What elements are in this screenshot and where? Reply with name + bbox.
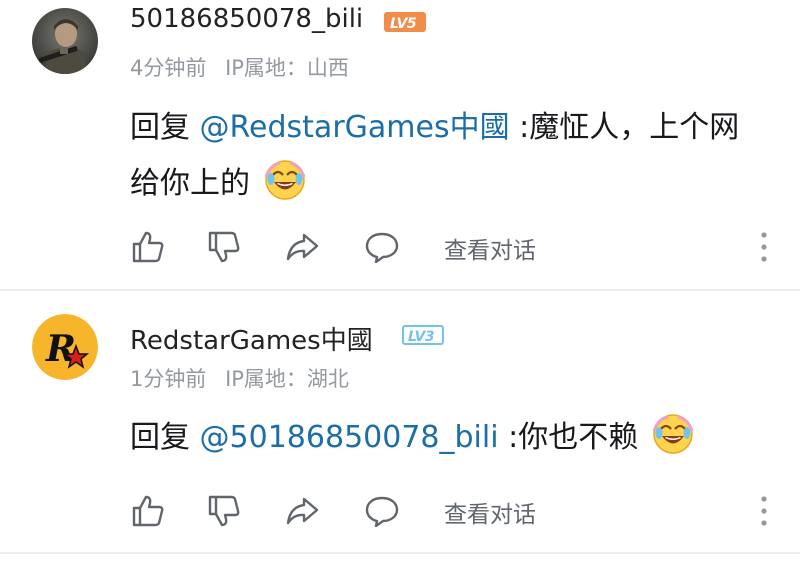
comment-actions: 查看对话 (130, 491, 770, 531)
comment-text: :你也不赖 (508, 420, 639, 455)
comment-time: 4分钟前 (130, 56, 207, 80)
thumbs-up-icon[interactable] (130, 229, 166, 265)
level-badge: LV5 (384, 12, 426, 32)
username[interactable]: 50186850078_bili (130, 4, 363, 34)
mention-link[interactable]: @RedstarGames中國 (200, 110, 510, 145)
crying-laughing-emoji-icon (264, 160, 305, 200)
soldier-avatar-image (32, 8, 98, 74)
comment-meta: 1分钟前 IP属地：湖北 (130, 363, 361, 393)
ip-location: IP属地：山西 (225, 56, 349, 80)
comment-divider (0, 289, 800, 291)
comment-content: 回复 @50186850078_bili :你也不赖 (130, 410, 760, 466)
avatar[interactable] (32, 8, 98, 74)
username[interactable]: RedstarGames中國 (130, 320, 373, 357)
level-badge: LV3 (402, 325, 444, 345)
comment-divider (0, 552, 800, 554)
thumbs-down-icon[interactable] (206, 229, 242, 265)
view-conversation-link[interactable]: 查看对话 (444, 231, 536, 265)
reply-prefix: 回复 (130, 110, 190, 145)
reply-prefix: 回复 (130, 420, 190, 455)
comment-item: 50186850078_bili LV5 4分钟前 IP属地：山西 回复 @Re… (0, 0, 800, 290)
comment-time: 1分钟前 (130, 367, 207, 391)
thumbs-down-icon[interactable] (206, 493, 242, 529)
comment-icon[interactable] (364, 493, 400, 529)
more-vertical-icon[interactable] (758, 493, 770, 529)
comment-item: R RedstarGames中國 LV3 1分钟前 IP属地：湖北 回复 @50… (0, 292, 800, 557)
comment-content: 回复 @RedstarGames中國 :魔怔人，上个网给你上的 (130, 100, 760, 212)
avatar[interactable]: R (32, 314, 98, 380)
view-conversation-link[interactable]: 查看对话 (444, 495, 536, 529)
comment-icon[interactable] (364, 229, 400, 265)
comment-meta: 4分钟前 IP属地：山西 (130, 52, 361, 82)
comment-actions: 查看对话 (130, 227, 770, 267)
mention-link[interactable]: @50186850078_bili (200, 420, 499, 455)
share-icon[interactable] (284, 229, 320, 265)
more-vertical-icon[interactable] (758, 229, 770, 265)
rockstar-logo-avatar-image: R (32, 314, 98, 380)
share-icon[interactable] (284, 493, 320, 529)
thumbs-up-icon[interactable] (130, 493, 166, 529)
crying-laughing-emoji-icon (652, 414, 694, 454)
ip-location: IP属地：湖北 (225, 367, 349, 391)
